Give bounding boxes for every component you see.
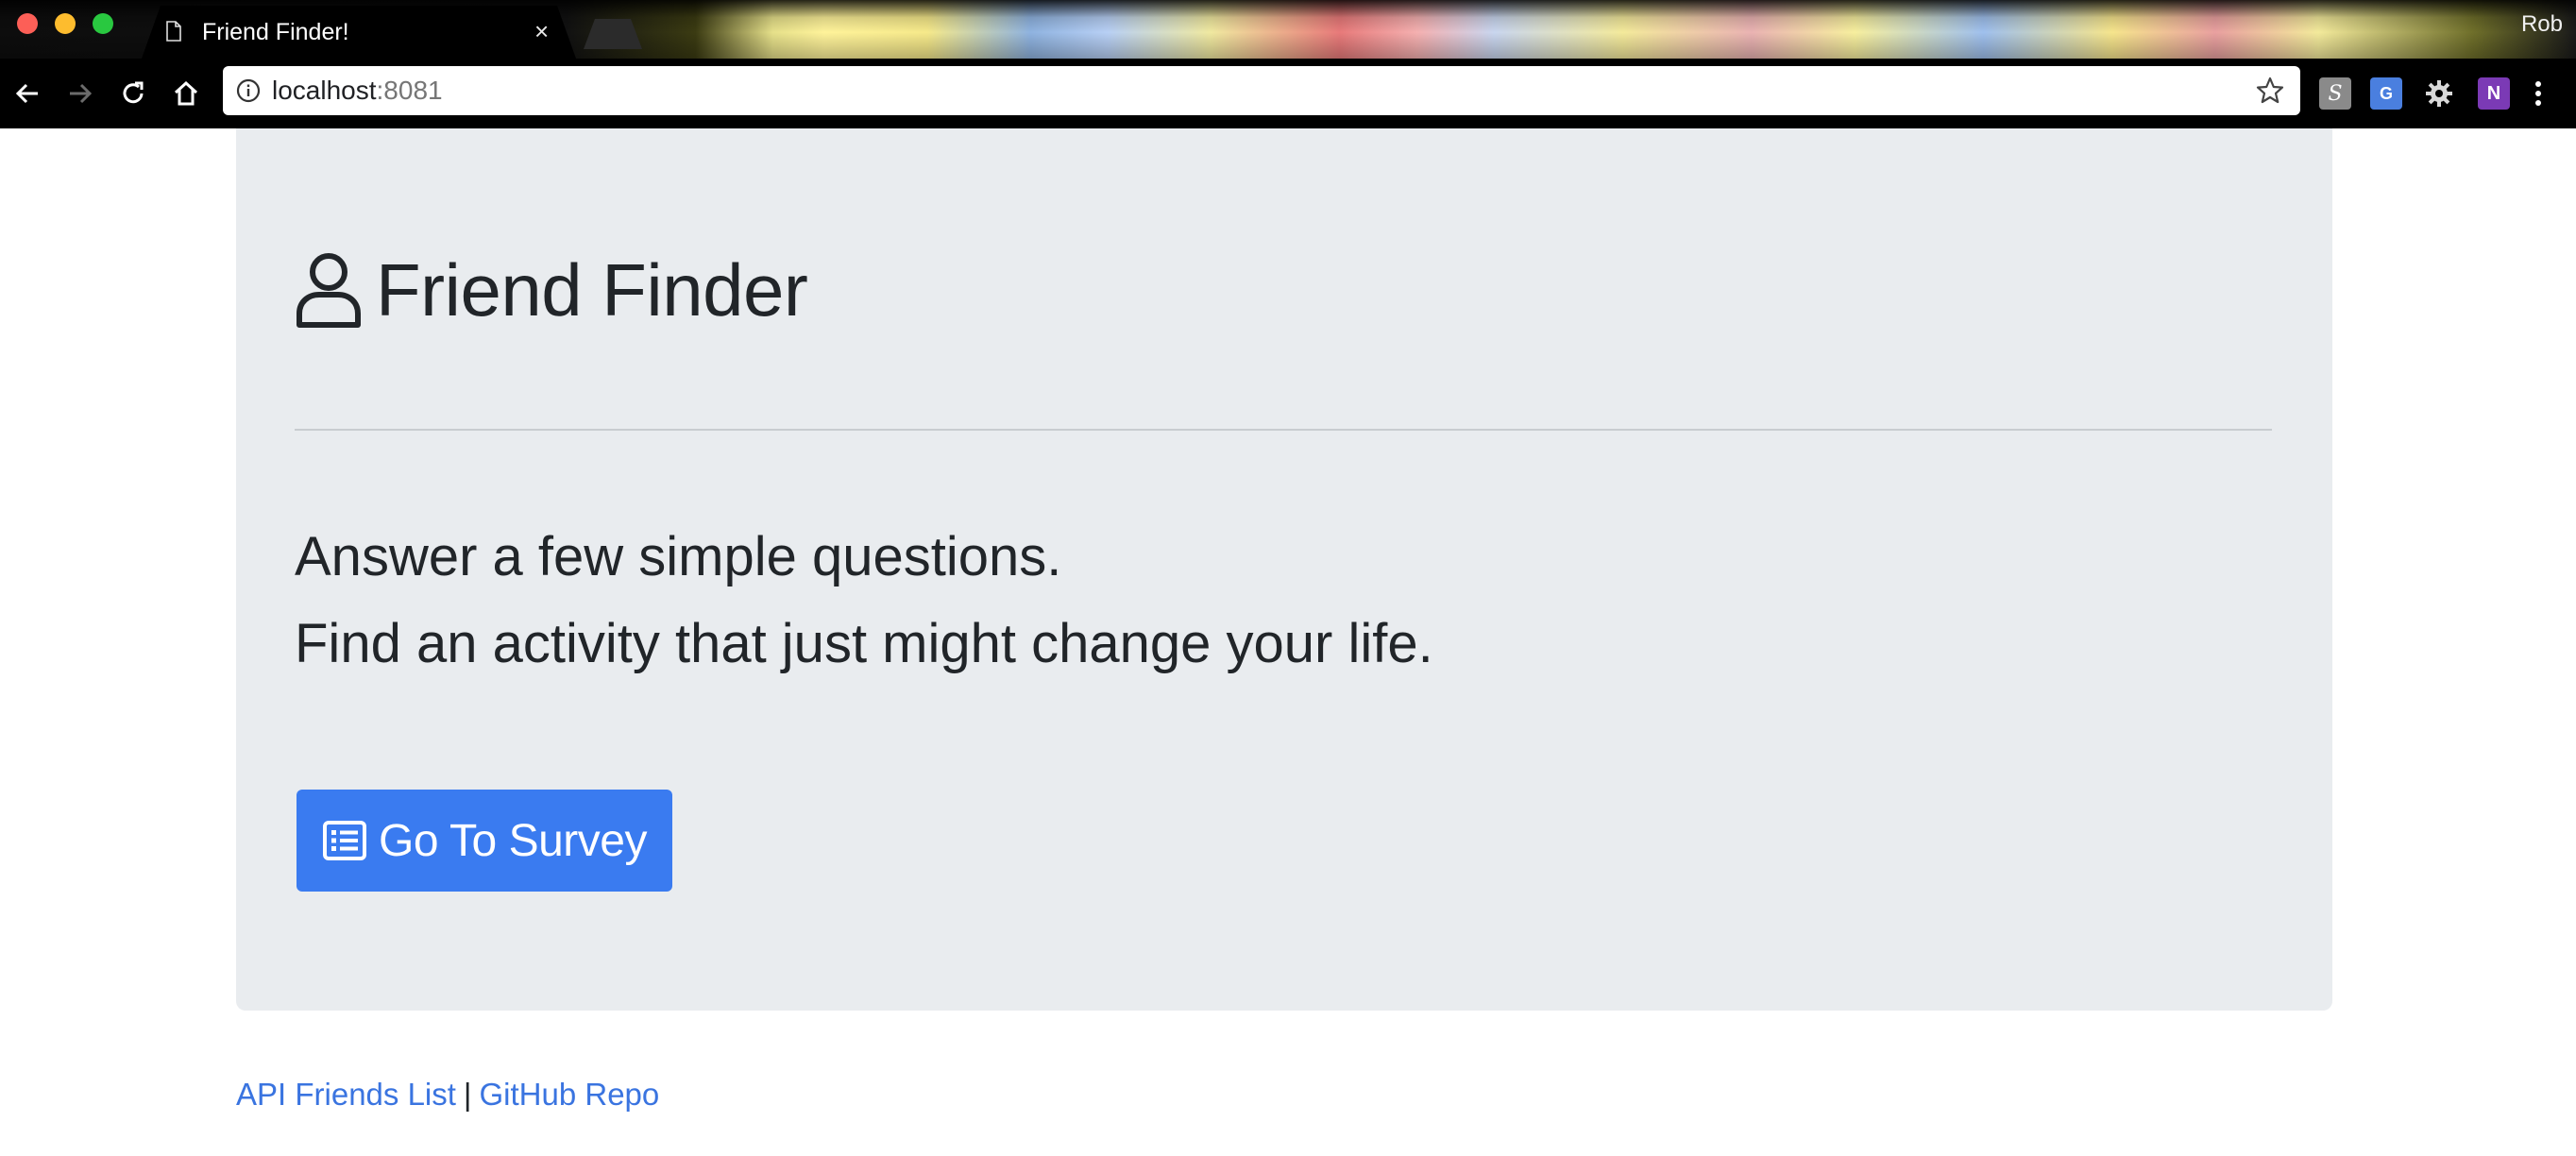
user-icon [297,253,361,328]
forward-button[interactable] [62,76,98,111]
footer: API Friends List | GitHub Repo [236,1077,659,1113]
google-translate-icon[interactable]: G [2370,77,2402,110]
gear-icon[interactable] [2423,77,2455,110]
go-to-survey-label: Go To Survey [379,815,647,866]
minimize-window-button[interactable] [55,13,76,34]
arrow-right-icon [70,83,93,104]
github-repo-link[interactable]: GitHub Repo [480,1077,660,1112]
url-port: :8081 [376,76,443,105]
extension-s-icon[interactable]: S [2319,77,2351,110]
browser-tab[interactable]: Friend Finder! × [142,6,576,59]
tab-close-icon[interactable]: × [534,17,549,46]
home-icon [174,80,198,106]
jumbotron: Friend Finder Answer a few simple questi… [236,128,2332,1011]
reload-button[interactable] [115,76,151,111]
lead-line-1: Answer a few simple questions. [295,526,1062,587]
lead-line-2: Find an activity that just might change … [295,613,1433,674]
browser-toolbar: localhost:8081 S G N [0,59,2576,128]
home-button[interactable] [168,76,204,111]
reload-icon [123,81,144,104]
zoom-window-button[interactable] [93,13,113,34]
bookmark-star-icon[interactable] [2255,76,2285,106]
kebab-menu-icon [2535,81,2541,106]
close-window-button[interactable] [17,13,38,34]
address-bar[interactable]: localhost:8081 [223,66,2300,115]
page-title: Friend Finder [295,247,808,332]
info-icon[interactable] [236,78,261,103]
browser-menu-icon[interactable] [2527,77,2550,110]
back-button[interactable] [9,76,45,111]
url-text: localhost:8081 [272,76,443,106]
api-friends-list-link[interactable]: API Friends List [236,1077,456,1112]
page-title-text: Friend Finder [376,247,808,332]
list-alt-icon [323,821,367,860]
onenote-icon[interactable]: N [2478,77,2510,110]
go-to-survey-button[interactable]: Go To Survey [297,790,672,892]
arrow-left-icon [15,83,38,104]
divider [295,429,2272,431]
gear-shape [2426,80,2452,107]
document-icon [166,21,181,42]
url-host: localhost [272,76,377,105]
tab-title: Friend Finder! [202,19,349,45]
profile-name[interactable]: Rob [2521,11,2563,38]
footer-separator: | [463,1077,472,1112]
